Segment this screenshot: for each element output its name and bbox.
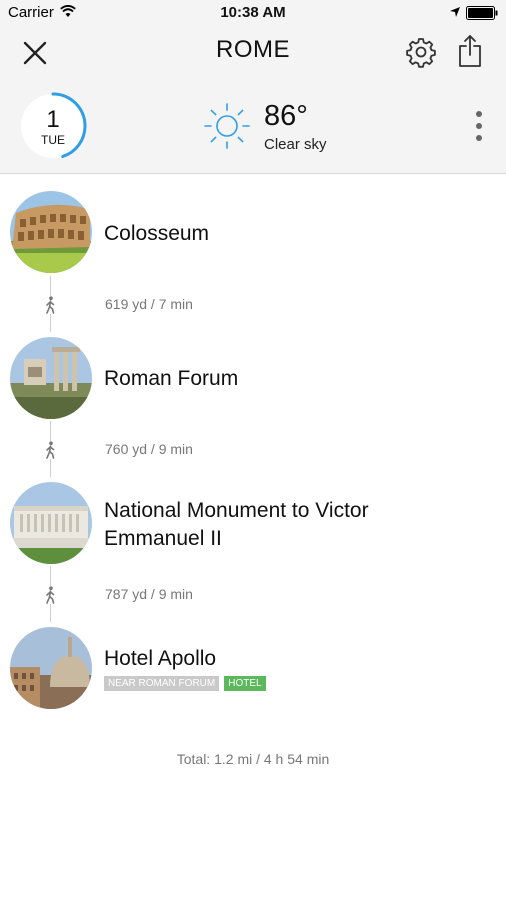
battery-icon <box>466 6 498 20</box>
location-arrow-icon <box>450 7 460 17</box>
route-distance: 787 yd / 9 min <box>105 586 193 602</box>
weather-condition: Clear sky <box>264 136 327 153</box>
walking-icon <box>44 296 57 314</box>
colosseum-photo[interactable] <box>10 191 92 273</box>
status-time: 10:38 AM <box>220 4 286 21</box>
more-options-icon[interactable] <box>470 108 488 144</box>
roman-forum-photo[interactable] <box>10 337 92 419</box>
hotel-apollo-photo[interactable] <box>10 627 92 709</box>
day-header: 1 TUE 86° Clear sky <box>0 78 506 174</box>
walking-icon <box>44 441 57 459</box>
nav-bar: ROME <box>0 26 506 78</box>
walking-icon <box>44 586 57 604</box>
route-distance: 619 yd / 7 min <box>105 296 193 312</box>
sun-icon <box>204 103 250 149</box>
victor-emmanuel-monument-photo[interactable] <box>10 482 92 564</box>
place-name-victor-emmanuel-monument[interactable]: National Monument to Victor Emmanuel II <box>104 497 404 553</box>
temperature: 86° <box>264 100 308 132</box>
day-number: 1 <box>46 106 60 133</box>
hotel-tags: NEAR ROMAN FORUM HOTEL <box>104 676 266 691</box>
gear-icon[interactable] <box>405 36 437 68</box>
near-roman-forum-tag: NEAR ROMAN FORUM <box>104 676 220 691</box>
total-summary: Total: 1.2 mi / 4 h 54 min <box>176 751 330 767</box>
route-distance: 760 yd / 9 min <box>105 441 193 457</box>
place-name-hotel-apollo[interactable]: Hotel Apollo <box>104 645 216 673</box>
place-name-roman-forum[interactable]: Roman Forum <box>104 365 238 393</box>
place-name-colosseum[interactable]: Colosseum <box>104 220 209 248</box>
day-weekday: TUE <box>41 133 65 147</box>
share-icon[interactable] <box>456 34 484 68</box>
hotel-tag: HOTEL <box>224 676 266 691</box>
status-bar: Carrier 10:38 AM <box>0 0 506 26</box>
